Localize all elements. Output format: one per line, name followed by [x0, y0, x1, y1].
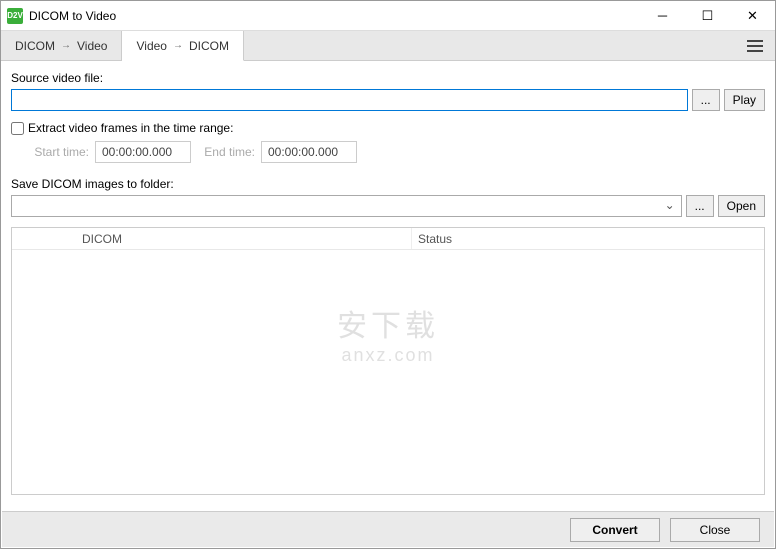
column-dicom[interactable]: DICOM	[12, 228, 412, 249]
source-video-label: Source video file:	[11, 71, 765, 85]
open-folder-button[interactable]: Open	[718, 195, 765, 217]
tab-dicom-to-video[interactable]: DICOM → Video	[1, 31, 122, 60]
end-time-input[interactable]	[261, 141, 357, 163]
close-button[interactable]: Close	[670, 518, 760, 542]
content-area: Source video file: ... Play Extract vide…	[1, 61, 775, 495]
tab-bar: DICOM → Video Video → DICOM	[1, 31, 775, 61]
maximize-button[interactable]: ☐	[685, 1, 730, 30]
arrow-right-icon: →	[61, 40, 71, 51]
menu-icon[interactable]	[743, 31, 767, 60]
extract-frames-label: Extract video frames in the time range:	[28, 121, 233, 135]
footer: Convert Close	[2, 511, 774, 547]
arrow-right-icon: →	[173, 40, 183, 51]
tab-label-right: DICOM	[189, 39, 229, 53]
column-status[interactable]: Status	[412, 228, 764, 249]
tab-video-to-dicom[interactable]: Video → DICOM	[122, 31, 243, 61]
end-time-label: End time:	[197, 145, 255, 159]
close-window-button[interactable]: ✕	[730, 1, 775, 30]
results-list: DICOM Status	[11, 227, 765, 495]
app-icon: D2V	[7, 8, 23, 24]
tab-label-left: Video	[136, 39, 166, 53]
extract-frames-checkbox[interactable]	[11, 122, 24, 135]
tab-label-left: DICOM	[15, 39, 55, 53]
source-video-input[interactable]	[11, 89, 688, 111]
start-time-label: Start time:	[31, 145, 89, 159]
minimize-button[interactable]: ─	[640, 1, 685, 30]
list-body[interactable]	[12, 250, 764, 494]
play-button[interactable]: Play	[724, 89, 765, 111]
titlebar: D2V DICOM to Video ─ ☐ ✕	[1, 1, 775, 31]
save-folder-combo[interactable]	[11, 195, 682, 217]
convert-button[interactable]: Convert	[570, 518, 660, 542]
browse-source-button[interactable]: ...	[692, 89, 720, 111]
browse-save-button[interactable]: ...	[686, 195, 714, 217]
save-folder-label: Save DICOM images to folder:	[11, 177, 765, 191]
window-title: DICOM to Video	[29, 9, 116, 23]
start-time-input[interactable]	[95, 141, 191, 163]
tab-label-right: Video	[77, 39, 107, 53]
window-controls: ─ ☐ ✕	[640, 1, 775, 30]
list-header: DICOM Status	[12, 228, 764, 250]
